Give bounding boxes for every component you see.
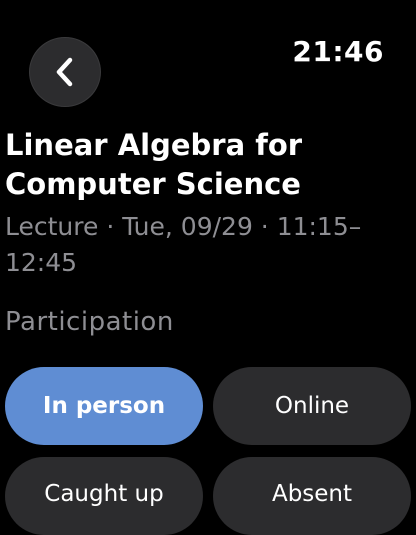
option-label: Caught up: [44, 481, 164, 507]
option-label: Online: [274, 393, 350, 419]
participation-label: Participation: [5, 307, 174, 337]
status-time: 21:46: [292, 35, 384, 68]
option-caught-up-button[interactable]: Caught up: [5, 457, 203, 535]
option-label: Absent: [271, 481, 353, 507]
back-button[interactable]: [30, 38, 100, 106]
option-absent-button[interactable]: Absent: [213, 457, 411, 535]
option-online-button[interactable]: Online: [213, 367, 411, 445]
option-in-person-button[interactable]: In person: [5, 367, 203, 445]
option-label: In person: [42, 393, 166, 419]
chevron-left-icon: [56, 57, 73, 87]
event-title: Linear Algebra for Computer Science: [5, 128, 303, 201]
event-subtitle: Lecture · Tue, 09/29 · 11:15–12:45: [5, 212, 362, 277]
